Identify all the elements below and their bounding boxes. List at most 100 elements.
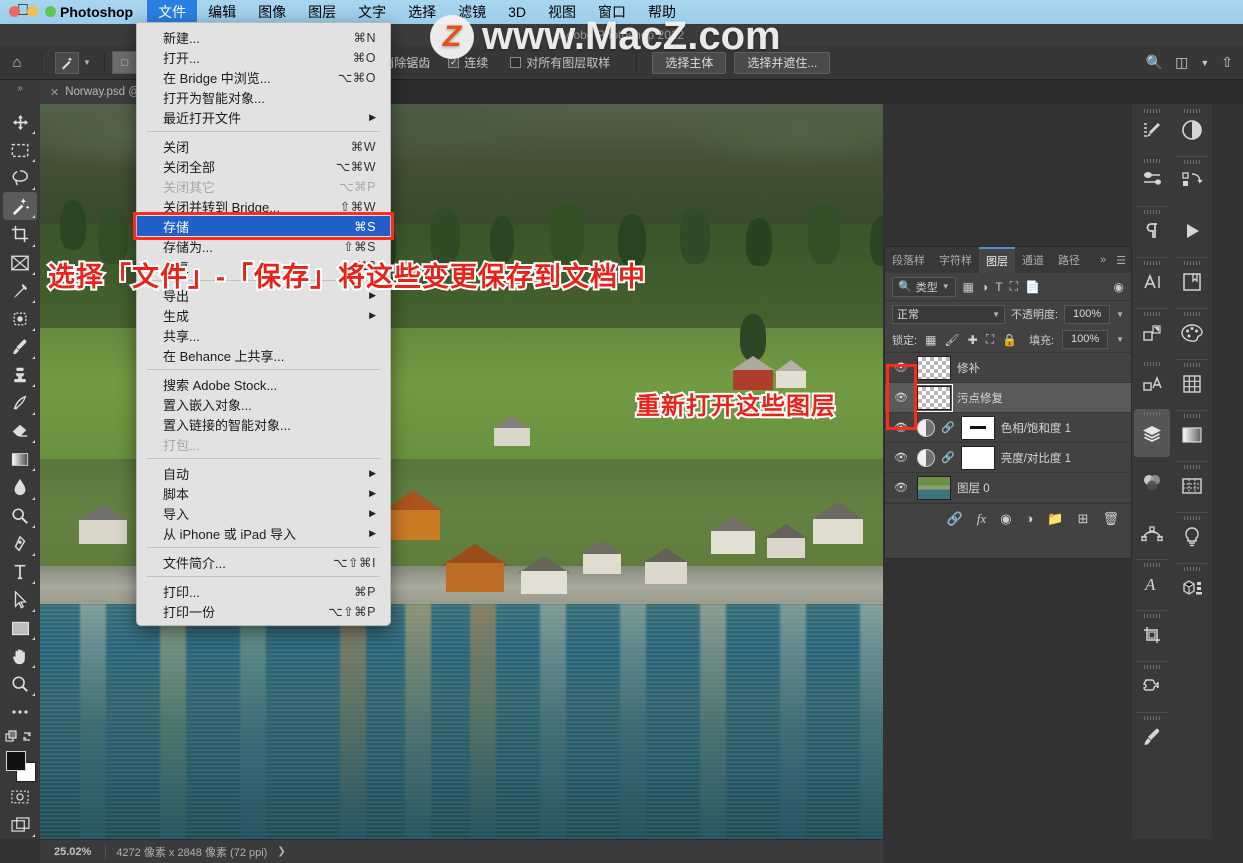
new-selection-icon[interactable]: □ [111, 51, 138, 74]
layer-style-fx-icon[interactable]: fx [977, 511, 986, 527]
layer-mask-thumbnail[interactable] [960, 445, 995, 470]
learn-icon[interactable] [1174, 513, 1210, 561]
layer-visibility-toggle[interactable]: 👁 [891, 481, 911, 494]
menu-item-save-as[interactable]: 存储为... ⇧⌘S [137, 236, 390, 256]
smartobject-filter-icon[interactable]: 📄 [1025, 280, 1040, 294]
app-name-label[interactable]: Photoshop [46, 4, 147, 20]
tab-paths[interactable]: 路径 [1051, 247, 1087, 273]
layer-name[interactable]: 修补 [957, 360, 980, 376]
apple-icon[interactable]:  [0, 3, 46, 21]
chevron-down-icon[interactable]: ▼ [1200, 58, 1209, 68]
menu-item-place-linked[interactable]: 置入链接的智能对象... [137, 414, 390, 434]
chevron-down-icon[interactable]: ▼ [1116, 310, 1124, 319]
layer-mask-thumbnail[interactable] [960, 415, 995, 440]
character-icon[interactable] [1134, 258, 1170, 306]
zoom-tool[interactable] [3, 670, 37, 698]
new-adjustment-icon[interactable]: ◑ [1026, 511, 1034, 526]
eyedropper-tool[interactable] [3, 277, 37, 305]
type-filter-icon[interactable]: T [995, 280, 1002, 294]
new-layer-icon[interactable]: ⊞ [1078, 511, 1089, 527]
brush-tool[interactable] [3, 333, 37, 361]
pen-tool[interactable] [3, 530, 37, 558]
layers-icon[interactable] [1134, 409, 1170, 457]
close-icon[interactable]: ✕ [50, 86, 59, 99]
lock-position-icon[interactable]: ✚ [968, 333, 978, 347]
layer-thumbnail[interactable] [915, 383, 953, 412]
spot-healing-brush-tool[interactable] [3, 305, 37, 333]
chevron-right-icon[interactable]: ❯ [277, 846, 285, 857]
add-mask-icon[interactable]: ◉ [1000, 511, 1011, 527]
link-mask-icon[interactable]: 🔗 [941, 451, 955, 464]
pixel-filter-icon[interactable]: ▦ [963, 280, 974, 294]
filter-toggle-icon[interactable]: ◉ [1114, 280, 1124, 294]
path-selection-tool[interactable] [3, 586, 37, 614]
magic-wand-tool[interactable] [3, 192, 37, 221]
play-icon[interactable] [1174, 207, 1210, 255]
eraser-tool[interactable] [3, 417, 37, 445]
menu-item-open-as-smart-object[interactable]: 打开为智能对象... [137, 87, 390, 107]
menu-item-file-info[interactable]: 文件简介... ⌥⇧⌘I [137, 552, 390, 572]
layer-thumbnail[interactable] [917, 355, 951, 380]
toolbar-expand-icon[interactable]: » [0, 80, 40, 104]
menu-item-close[interactable]: 关闭 ⌘W [137, 136, 390, 156]
swatches-icon[interactable] [1174, 309, 1210, 357]
search-icon[interactable]: 🔍 [1146, 54, 1163, 71]
blend-mode-select[interactable]: 正常 ▼ [892, 304, 1006, 324]
layer-row-patch[interactable]: 👁 修补 [885, 353, 1131, 383]
layer-visibility-toggle[interactable]: 👁 [891, 451, 911, 464]
brush-presets-icon[interactable] [1134, 156, 1170, 204]
layer-visibility-toggle[interactable]: 👁 [891, 361, 911, 374]
menu-item-close-all[interactable]: 关闭全部 ⌥⌘W [137, 156, 390, 176]
layer-list[interactable]: 👁 修补 👁 污点修复 👁 🔗 色相/饱和度 1 👁 🔗 亮度/对比度 1 👁 … [885, 353, 1131, 503]
crop-presets-icon[interactable] [1134, 611, 1170, 659]
menu-item-share[interactable]: 共享... [137, 325, 390, 345]
menu-item-new[interactable]: 新建... ⌘N [137, 27, 390, 47]
tool-preset-picker[interactable]: ▼ [49, 51, 97, 74]
layer-row-brightness-contrast[interactable]: 👁 🔗 亮度/对比度 1 [885, 443, 1131, 473]
paragraph-icon[interactable] [1134, 207, 1170, 255]
layer-kind-filter[interactable]: 🔍 类型 ▼ [892, 276, 956, 297]
glyphs-icon[interactable] [1134, 359, 1170, 407]
blur-tool[interactable] [3, 473, 37, 501]
layer-name[interactable]: 亮度/对比度 1 [1001, 450, 1071, 466]
workspace-icon[interactable]: ◫ [1175, 54, 1188, 71]
quick-mask-and-swap-row[interactable] [3, 726, 37, 747]
panel-menu-icon[interactable]: ☰ [1111, 247, 1131, 273]
shapes-icon[interactable] [1134, 662, 1170, 710]
foreground-background-color[interactable] [3, 749, 37, 783]
menu-item-import[interactable]: 导入 ▶ [137, 503, 390, 523]
menu-item-browse-in-bridge[interactable]: 在 Bridge 中浏览... ⌥⌘O [137, 67, 390, 87]
layer-row-spot-healing[interactable]: 👁 污点修复 [885, 383, 1131, 413]
layer-name[interactable]: 图层 0 [957, 480, 990, 496]
close-window-button[interactable] [9, 6, 20, 17]
layer-row-layer-0[interactable]: 👁 图层 0 [885, 473, 1131, 503]
layer-row-hue-saturation[interactable]: 👁 🔗 色相/饱和度 1 [885, 413, 1131, 443]
frame-tool[interactable] [3, 249, 37, 277]
channels-icon[interactable] [1134, 459, 1170, 507]
crop-tool[interactable] [3, 220, 37, 248]
adjustment-layer-icon[interactable] [917, 418, 935, 437]
adjustment-filter-icon[interactable]: ◑ [981, 280, 988, 294]
screen-mode-icon[interactable] [3, 811, 37, 839]
hand-tool[interactable] [3, 642, 37, 670]
zoom-level[interactable]: 25.02% [40, 846, 105, 858]
styles-icon[interactable]: A [1134, 560, 1170, 608]
actions-icon[interactable] [1174, 157, 1210, 205]
minimize-window-button[interactable] [27, 6, 38, 17]
menu-item-print[interactable]: 打印... ⌘P [137, 581, 390, 601]
lock-all-icon[interactable]: 🔒 [1002, 333, 1017, 347]
more-tools-icon[interactable] [3, 698, 37, 726]
gradients-icon[interactable] [1174, 411, 1210, 459]
brushes-icon[interactable] [1134, 713, 1170, 761]
layer-comps-icon[interactable] [1134, 309, 1170, 357]
tab-paragraph-styles[interactable]: 段落样 [885, 247, 932, 273]
layers-panel[interactable]: 段落样 字符样 图层 通道 路径 » ☰ 🔍 类型 ▼ ▦ ◑ T ⛶ 📄 ◉ … [884, 246, 1132, 559]
foreground-color-swatch[interactable] [6, 751, 26, 772]
lock-transparent-icon[interactable]: ▦ [925, 333, 936, 347]
menu-item-print-one-copy[interactable]: 打印一份 ⌥⇧⌘P [137, 601, 390, 621]
gradient-tool[interactable] [3, 445, 37, 473]
dodge-tool[interactable] [3, 502, 37, 530]
quick-mask-mode-icon[interactable] [3, 783, 37, 811]
rectangle-tool[interactable] [3, 614, 37, 642]
chevron-down-icon[interactable]: ▼ [942, 282, 950, 291]
